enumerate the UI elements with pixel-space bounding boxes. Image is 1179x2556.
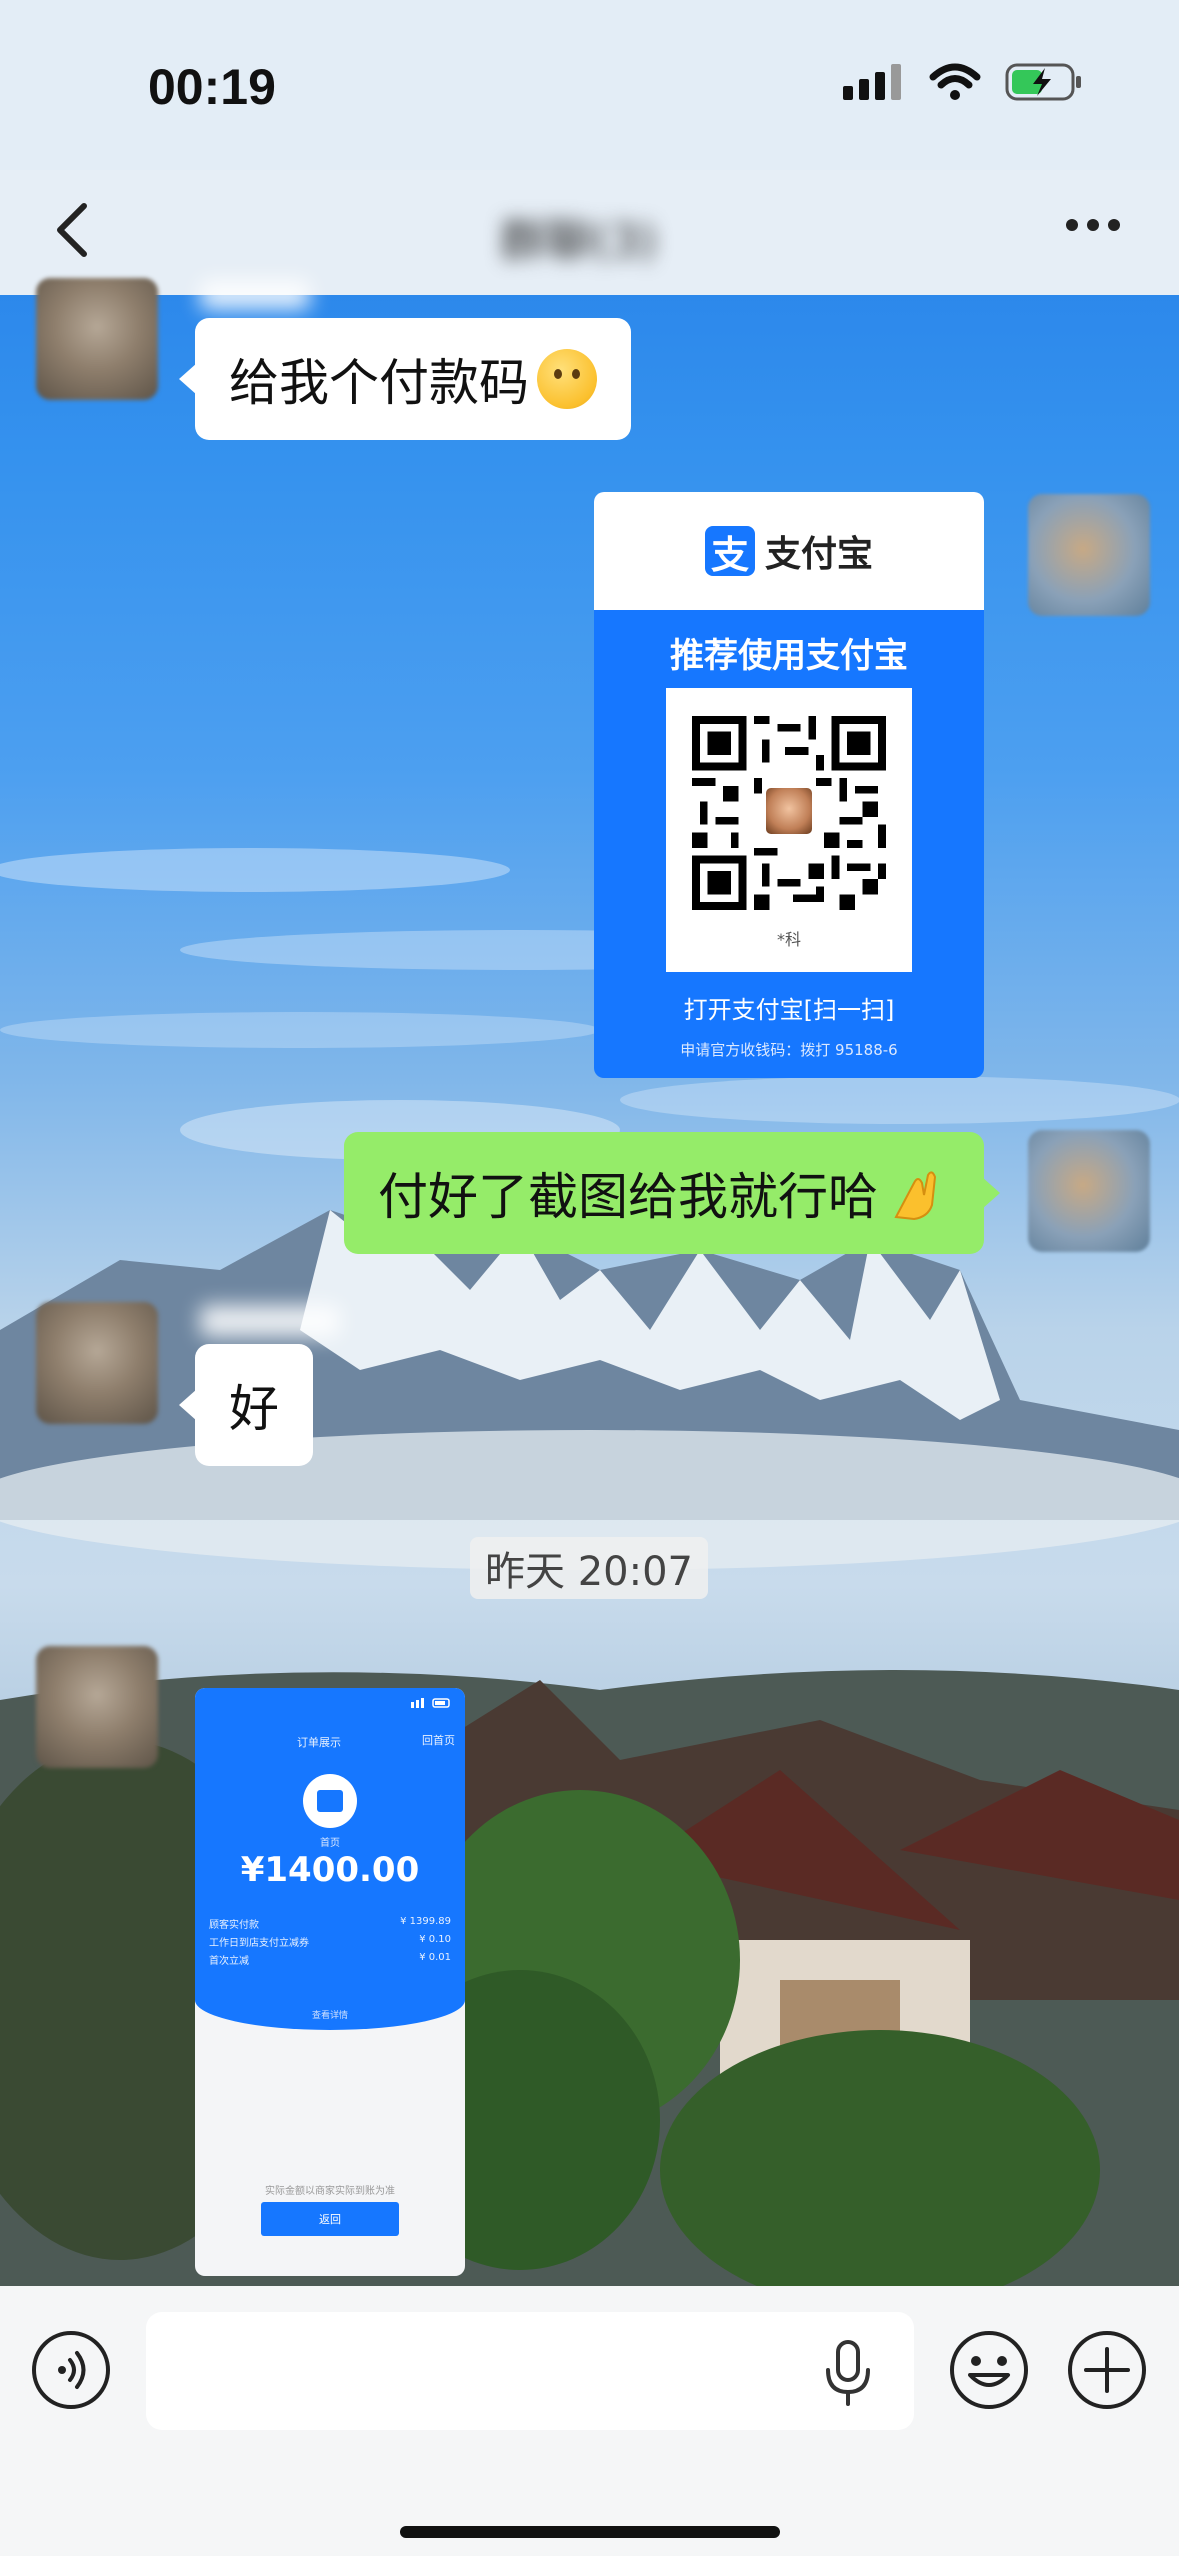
alipay-payment-code-card[interactable]: 支 支付宝 推荐使用支付宝 *科 打开支付宝[扫一扫] 申请官方收钱码：拨打 9… [594,492,984,1078]
more-icon[interactable] [1063,210,1123,240]
receipt-row-label: 顾客实付款 [209,1920,259,1931]
qr-avatar [763,785,815,837]
receipt-row-value: ¥ 0.01 [419,1952,451,1963]
status-time: 00:19 [148,59,276,115]
voice-icon[interactable] [30,2329,112,2411]
receipt-row: 首次立减 ¥ 0.01 [209,1952,451,1967]
receipt-amount: ¥1400.00 [240,1850,420,1890]
sender-name [200,280,310,310]
avatar[interactable] [1028,494,1150,616]
message-input[interactable] [146,2312,914,2430]
pray-hands-emoji-icon [894,1171,937,1221]
wifi-icon [929,63,981,100]
receipt-row-value: ¥ 0.10 [419,1934,451,1945]
receipt-store-name: 首页 [320,1838,340,1849]
alipay-logo-icon: 支 [704,526,755,577]
battery-icon [1005,63,1081,101]
receipt-row-value: ¥ 1399.89 [400,1916,451,1927]
message-text: 好 [229,1380,279,1438]
sender-name [200,1305,340,1337]
alipay-apply-text: 申请官方收钱码：拨打 95188-6 [680,1041,898,1059]
receipt-return-button: 返回 [261,2202,399,2236]
alipay-header: 支 支付宝 [594,492,984,610]
home-indicator[interactable] [400,2526,780,2538]
plus-icon[interactable] [1066,2329,1148,2411]
receipt-row-label: 首次立减 [209,1956,249,1967]
thinking-emoji-icon [537,349,597,409]
chat-header: 群聊(3) [0,170,1179,295]
receipt-detail-link: 查看详情 [311,2011,348,2021]
receipt-status-icon [411,1698,450,1708]
status-icons [843,62,1083,102]
message-bubble[interactable]: 给我个付款码 [179,318,631,440]
avatar[interactable] [36,1302,158,1424]
time-divider: 昨天 20:07 [470,1537,708,1599]
alipay-scan-instruction: 打开支付宝[扫一扫] [683,996,895,1024]
receipt-note: 实际金额以商家实际到账为准 [265,2186,395,2197]
message-bubble[interactable]: 好 [179,1344,313,1466]
input-bar [0,2286,1179,2556]
receipt-row: 工作日到店支付立减券 ¥ 0.10 [209,1934,451,1949]
emoji-icon[interactable] [948,2329,1030,2411]
message-text: 付好了截图给我就行哈 [378,1168,878,1226]
message-bubble[interactable]: 付好了截图给我就行哈 [344,1132,1000,1254]
payment-receipt-image[interactable]: 订单展示 回首页 首页 ¥1400.00 顾客实付款 ¥ 1399.89 工作日… [195,1688,465,2276]
back-icon[interactable] [48,200,98,260]
alipay-recommend-text: 推荐使用支付宝 [670,636,908,676]
mic-icon[interactable] [820,2338,876,2408]
receipt-status-bar [411,1698,451,1711]
alipay-brand: 支付宝 [764,534,873,575]
status-bar: 00:19 [0,0,1179,170]
receipt-home-link: 回首页 [422,1734,455,1747]
signal-icon [843,64,901,100]
message-text: 给我个付款码 [229,354,529,412]
store-icon [303,1774,357,1828]
payee-name: *科 [776,930,801,949]
receipt-row-label: 工作日到店支付立减券 [209,1938,309,1949]
chat-title: 群聊(3) [500,214,658,268]
avatar[interactable] [36,1646,158,1768]
qr-code-box: *科 [666,688,912,972]
receipt-title: 订单展示 [297,1736,341,1749]
avatar[interactable] [1028,1130,1150,1252]
avatar[interactable] [36,278,158,400]
receipt-row: 顾客实付款 ¥ 1399.89 [209,1916,451,1931]
